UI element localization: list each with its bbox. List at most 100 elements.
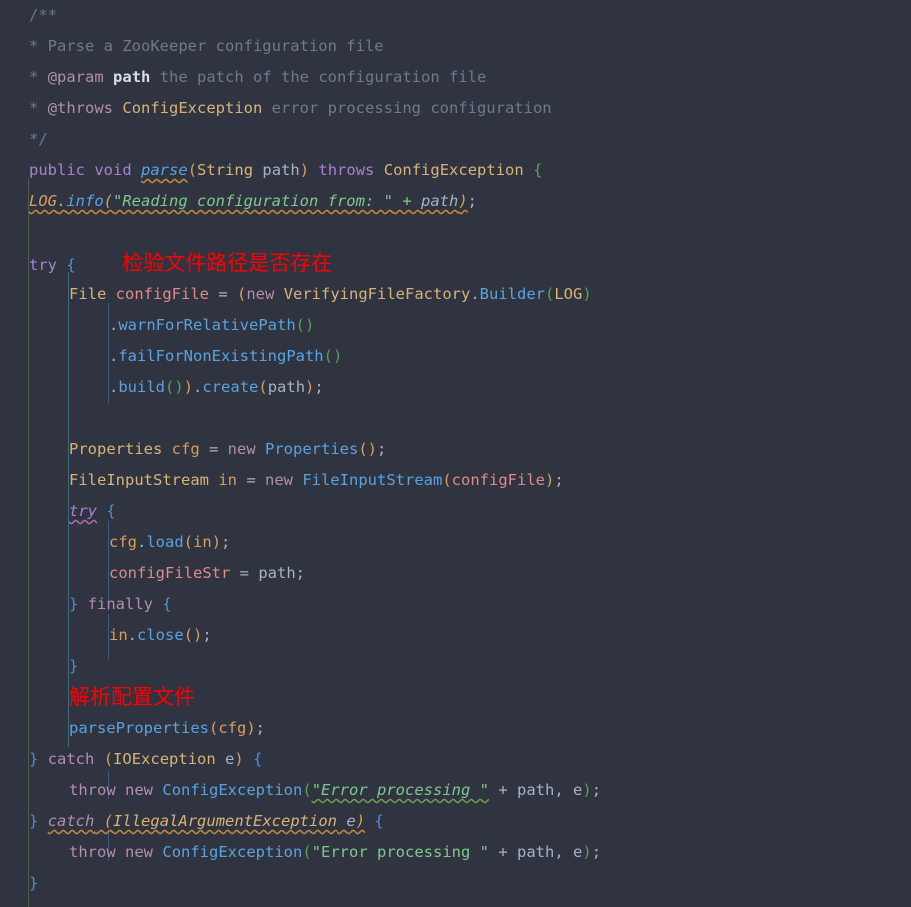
javadoc-throws-description: error processing configuration [262,99,552,117]
throw-keyword: throw [69,843,116,861]
javadoc-param-name: path [113,68,151,86]
param-name-path: path [262,161,300,179]
catch-keyword: catch [47,750,95,768]
paren-close: ) [211,533,222,551]
brace-open: { [106,502,116,520]
arg-path: path [517,843,555,861]
annotation-comment-parse-config: 解析配置文件 [69,685,195,709]
paren-open: ( [302,843,312,861]
arg-in: in [193,533,212,551]
log-arg-path: path [420,192,459,210]
paren-open: ( [187,161,198,179]
throws-keyword: throws [318,161,375,179]
paren-close: ) [458,192,468,210]
parens: () [183,626,203,644]
code-line-fail-for-non-existing-path[interactable]: .failForNonExistingPath() [0,341,911,372]
assign-operator: = [230,564,259,582]
method-close: close [137,626,184,644]
paren-close: ) [246,719,256,737]
code-line-javadoc-close[interactable]: */ [0,124,911,155]
paren-open: ( [302,781,312,799]
method-create: create [202,378,259,396]
code-line-final-close-brace[interactable]: } [0,868,911,899]
semicolon: ; [591,843,602,861]
javadoc-star: * [29,68,39,86]
code-line-log-info[interactable]: LOG.info("Reading configuration from: " … [0,186,911,217]
code-line-build-create[interactable]: .build()).create(path); [0,372,911,403]
code-line-in-close[interactable]: in.close(); [0,620,911,651]
field-configfilestr: configFileStr [109,564,231,582]
paren-close: ) [234,750,244,768]
paren-open: ( [237,285,247,303]
class-verifyingfilefactory: VerifyingFileFactory [283,285,471,303]
brace-open: { [253,750,263,768]
dot: . [109,316,119,334]
code-line-throw-illegal[interactable]: throw new ConfigException("Error process… [0,837,911,868]
code-line-try-open[interactable]: try { 检验文件路径是否存在 [0,248,911,279]
finally-keyword: finally [87,595,154,613]
code-line-method-signature[interactable]: public void parse(String path) throws Co… [0,155,911,186]
concat-plus: + [489,781,517,799]
code-line-catch-illegalargument[interactable]: } catch (IllegalArgumentException e) { [0,806,911,837]
code-line-warn-for-relative-path[interactable]: .warnForRelativePath() [0,310,911,341]
exception-var-e: e [225,750,235,768]
javadoc-star: * [29,99,39,117]
paren-open: ( [183,533,194,551]
catch-keyword: catch [47,812,95,830]
var-type-properties: Properties [69,440,163,458]
parens: () [323,347,343,365]
semicolon: ; [295,564,305,582]
code-line-fileinputstream-decl[interactable]: FileInputStream in = new FileInputStream… [0,465,911,496]
code-line-configfilestr-assign[interactable]: configFileStr = path; [0,558,911,589]
paren-close: ) [582,843,592,861]
arg-log: LOG [554,285,583,303]
code-line-properties-decl[interactable]: Properties cfg = new Properties(); [0,434,911,465]
code-line-catch-ioexception[interactable]: } catch (IOException e) { [0,744,911,775]
code-line-javadoc-desc[interactable]: * Parse a ZooKeeper configuration file [0,31,911,62]
dot: . [127,626,138,644]
var-name-configfile: configFile [115,285,209,303]
paren-open: ( [208,719,219,737]
code-line-cfg-load[interactable]: cfg.load(in); [0,527,911,558]
paren-open-inner: ( [545,285,555,303]
code-line-finally[interactable]: } finally { [0,589,911,620]
dot: . [109,378,119,396]
parens-inner: () [165,378,184,396]
method-failfornonexistingpath: failForNonExistingPath [118,347,324,365]
code-line-javadoc-param[interactable]: * @param path the patch of the configura… [0,62,911,93]
code-line-parse-properties[interactable]: parseProperties(cfg); [0,713,911,744]
arg-path: path [267,378,306,396]
javadoc-param-tag: @param [47,68,104,86]
javadoc-open: /** [29,6,57,24]
paren-close: ) [299,161,310,179]
var-name-in: in [218,471,237,489]
new-keyword: new [246,285,275,303]
new-keyword: new [125,781,154,799]
arg-cfg: cfg [218,719,247,737]
code-line-annotation-parse-config[interactable]: 解析配置文件 [0,682,911,713]
modifier-public: public [29,161,85,179]
code-line-throw-io[interactable]: throw new ConfigException("Error process… [0,775,911,806]
code-line-javadoc-throws[interactable]: * @throws ConfigException error processi… [0,93,911,124]
code-line-inner-try-close[interactable]: } [0,651,911,682]
exception-var-e: e [346,812,356,830]
code-line-blank[interactable] [0,403,911,434]
error-message-string: "Error processing " [311,843,489,861]
paren-open: ( [103,192,114,210]
method-parseproperties: parseProperties [69,719,209,737]
arg-configfile: configFile [451,471,545,489]
javadoc-star: * [29,37,39,55]
var-type-fileinputstream: FileInputStream [69,471,209,489]
code-line-config-file-decl[interactable]: File configFile = (new VerifyingFileFact… [0,279,911,310]
arg-path: path [517,781,555,799]
code-line-inner-try-open[interactable]: try { [0,496,911,527]
brace-close: } [29,812,39,830]
var-name-cfg: cfg [171,440,200,458]
code-line-javadoc-open[interactable]: /** [0,0,911,31]
code-editor-viewport[interactable]: /** * Parse a ZooKeeper configuration fi… [0,0,911,907]
code-line-blank[interactable] [0,217,911,248]
semicolon: ; [202,626,212,644]
new-keyword: new [265,471,293,489]
method-warnforrelativepath: warnForRelativePath [118,316,296,334]
var-type-file: File [69,285,107,303]
